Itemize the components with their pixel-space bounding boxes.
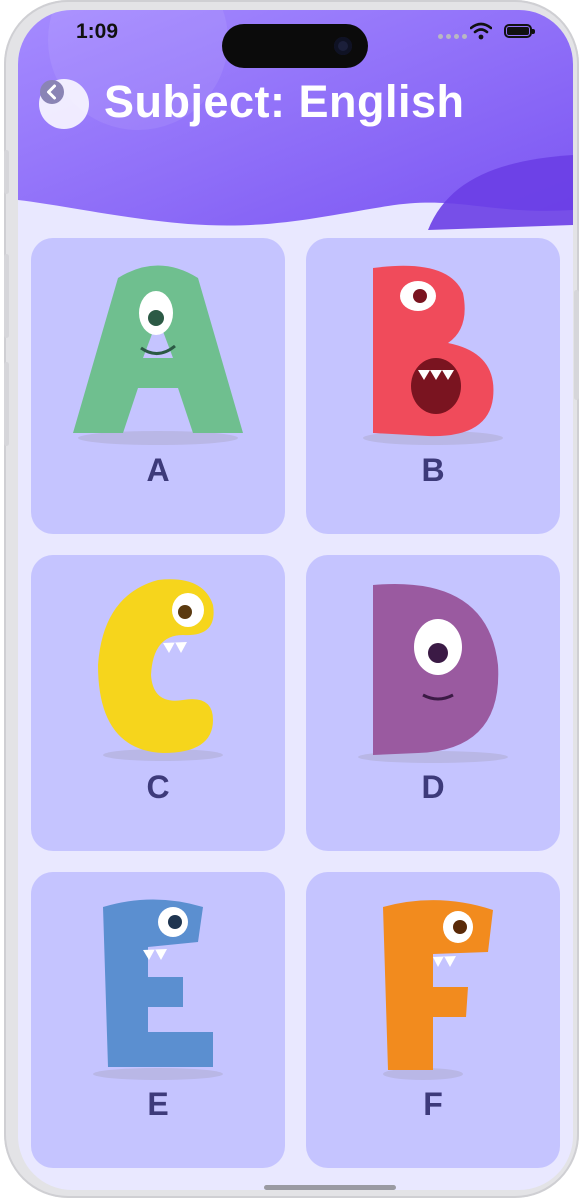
signal-icon (438, 34, 467, 39)
monster-d-icon (358, 584, 508, 763)
letter-card-e[interactable]: E (31, 872, 285, 1168)
status-time: 1:09 (76, 20, 119, 43)
letter-card-d[interactable]: D (306, 555, 560, 851)
volume-down-button (4, 362, 9, 446)
letter-card-c[interactable]: C (31, 555, 285, 851)
chevron-left-icon (40, 80, 64, 104)
letter-label: D (421, 769, 445, 805)
letter-label: A (146, 452, 170, 488)
dynamic-island (222, 24, 368, 68)
app-screen: Subject: English 1:09 A B C D E F (18, 10, 573, 1190)
phone-frame: Subject: English 1:09 A B C D E F (4, 0, 579, 1198)
letters-grid: A B C D E F (31, 238, 561, 1168)
letter-card-f[interactable]: F (306, 872, 560, 1168)
battery-icon (504, 24, 535, 38)
home-indicator[interactable] (264, 1185, 396, 1190)
letter-label: C (146, 769, 170, 805)
letter-label: B (421, 452, 445, 488)
status-bar: 1:09 (18, 10, 573, 68)
monster-f-icon (383, 900, 493, 1080)
power-button (574, 290, 579, 400)
volume-up-button (4, 254, 9, 338)
page-title: Subject: English (104, 76, 465, 127)
back-button[interactable] (39, 79, 89, 129)
monster-b-icon (363, 265, 503, 445)
monster-a-icon (73, 265, 243, 445)
monster-e-icon (93, 899, 223, 1080)
letter-card-b[interactable]: B (306, 238, 560, 534)
wifi-icon (470, 22, 492, 40)
side-button (4, 150, 9, 194)
camera-icon (334, 37, 352, 55)
letter-label: E (147, 1086, 169, 1122)
letter-card-a[interactable]: A (31, 238, 285, 534)
monster-c-icon (98, 579, 223, 761)
letter-label: F (423, 1086, 443, 1122)
